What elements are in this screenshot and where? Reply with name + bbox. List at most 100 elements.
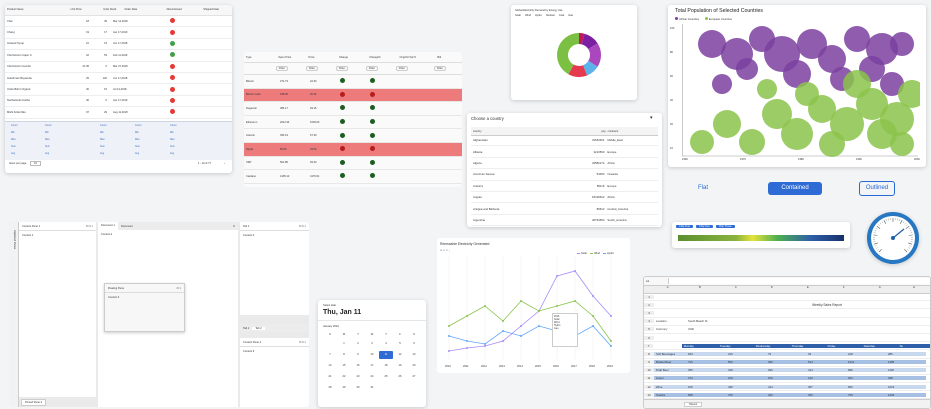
sheet-cell[interactable]: 414: [806, 368, 846, 372]
outlined-button[interactable]: Outlined: [859, 181, 895, 196]
calendar-day[interactable]: 17: [365, 362, 379, 370]
page-size-select[interactable]: 10: [30, 161, 41, 166]
calendar-day[interactable]: 30: [351, 384, 365, 392]
sheet-cell[interactable]: 348: [886, 376, 926, 380]
sheet-cell[interactable]: Wine: [654, 385, 686, 389]
calendar-day[interactable]: 1: [337, 340, 351, 348]
table-row[interactable]: Algeria34586174Africa: [471, 158, 658, 169]
sheet-cell[interactable]: 216: [726, 376, 766, 380]
column-header[interactable]: Shipped Date: [201, 5, 232, 15]
column-header[interactable]: E: [790, 286, 826, 293]
sheet-cell[interactable]: USD: [686, 327, 726, 331]
column-header[interactable]: Units Stock: [101, 5, 122, 15]
sheet-cell[interactable]: Location: [654, 319, 686, 323]
filter-chip[interactable]: Filter: [366, 66, 378, 71]
sheet-cell[interactable]: 318: [726, 368, 766, 372]
calendar-day[interactable]: 4: [379, 340, 393, 348]
sheet-cell[interactable]: Friday: [826, 344, 862, 348]
column-header[interactable]: Order Date: [122, 5, 153, 15]
table-row[interactable]: Cardano4105.124176.61: [244, 170, 462, 184]
calendar-day[interactable]: 11: [379, 351, 393, 359]
table-row[interactable]: Bitcoin Cash188.0530.32: [244, 89, 462, 103]
column-header[interactable]: B: [682, 286, 718, 293]
sheet-cell[interactable]: 668: [686, 393, 726, 397]
sheet-cell[interactable]: 290: [766, 368, 806, 372]
chip[interactable]: Chip Two: [696, 225, 713, 228]
pane-close-icon[interactable]: ⊡ ×: [177, 287, 181, 290]
calendar-day[interactable]: 2: [351, 340, 365, 348]
range-slider[interactable]: [678, 235, 844, 241]
bottom-pinned-tab[interactable]: Pinned Pane 2: [21, 399, 46, 406]
column-header[interactable]: Type: [244, 56, 276, 59]
sheet-cell[interactable]: 33: [806, 352, 846, 356]
column-header[interactable]: country: [471, 130, 565, 133]
tab-1[interactable]: Tab 1: [240, 327, 252, 330]
column-header[interactable]: pop: [565, 130, 606, 133]
sheet-cell[interactable]: Wednesday: [754, 344, 790, 348]
sheet-cell[interactable]: 1203: [886, 393, 926, 397]
sheet-cell[interactable]: 514: [806, 360, 846, 364]
tab-document-2[interactable]: Document: [118, 225, 136, 228]
calendar-day[interactable]: 31: [365, 384, 379, 392]
unpinned-tab[interactable]: Unpinned Panes: [13, 230, 16, 249]
column-header[interactable]: continent: [606, 130, 658, 133]
table-row[interactable]: American Samoa54053Oceania: [471, 169, 658, 180]
flat-button[interactable]: Flat: [684, 182, 722, 195]
pane-pin-icon[interactable]: ⊼ ⊡ ×: [299, 225, 306, 228]
sheet-cell[interactable]: 140: [806, 376, 846, 380]
sheet-cell[interactable]: 660: [846, 385, 886, 389]
sheet-cell[interactable]: 1485: [886, 360, 926, 364]
sheet-cell[interactable]: 1214: [846, 360, 886, 364]
table-row[interactable]: Mishi Kobe Niku9729Aug 11,2018: [5, 107, 232, 118]
column-header[interactable]: Chg/Vol Vol.IV: [398, 56, 436, 59]
calendar-day[interactable]: 26: [393, 373, 407, 381]
tab-menu-icon[interactable]: ⊡: [233, 225, 235, 228]
column-header[interactable]: Open Price: [276, 56, 306, 59]
calendar-day[interactable]: 18: [379, 362, 393, 370]
calendar-day[interactable]: 15: [337, 362, 351, 370]
column-header[interactable]: F: [826, 286, 862, 293]
column-header[interactable]: Change%: [367, 56, 397, 59]
sheet-cell[interactable]: 253: [846, 376, 886, 380]
calendar-day[interactable]: 20: [407, 362, 421, 370]
sheet-cell[interactable]: Draft Beer: [654, 368, 686, 372]
contained-button[interactable]: Contained: [768, 182, 822, 195]
sheet-cell[interactable]: 183: [686, 352, 726, 356]
table-row[interactable]: Litecoin354.1967.30: [244, 129, 462, 143]
sheet-cell[interactable]: 355: [686, 368, 726, 372]
calendar-day[interactable]: [379, 384, 393, 392]
calendar-day[interactable]: 3: [365, 340, 379, 348]
column-header[interactable]: C: [718, 286, 754, 293]
chart-toolbar[interactable]: ⊕ ⊖ ⟲ ⤓: [440, 249, 450, 252]
cell-reference[interactable]: A1: [644, 280, 668, 283]
calendar-day[interactable]: 23: [351, 373, 365, 381]
calendar-day[interactable]: 29: [337, 384, 351, 392]
sheet-cell[interactable]: Liquor: [654, 376, 686, 380]
filter-chip[interactable]: Filter: [276, 66, 288, 71]
table-row[interactable]: Dogecoin384.1729.15: [244, 102, 462, 116]
sheet-cell[interactable]: South Beach St: [686, 319, 726, 323]
table-row[interactable]: Chai1839Mar 14,2018: [5, 16, 232, 27]
calendar-day[interactable]: [323, 340, 337, 348]
table-row[interactable]: Afghanistan31533461Middle_East: [471, 135, 658, 146]
column-header[interactable]: [57, 5, 69, 15]
table-row[interactable]: Chef Anton's Cajun S2253Feb 11,2019: [5, 50, 232, 61]
sheet-cell[interactable]: 689: [846, 368, 886, 372]
sheet-cell[interactable]: 216: [726, 352, 766, 356]
table-row[interactable]: Ripple56.0633.50: [244, 143, 462, 157]
calendar-day[interactable]: 28: [323, 384, 337, 392]
month-label[interactable]: January 2024: [323, 325, 339, 328]
column-header[interactable]: Product Name: [5, 5, 45, 15]
table-row[interactable]: Chef Anton's Gumbo21.350Mar 27,2018: [5, 62, 232, 73]
column-header[interactable]: H: [898, 286, 930, 293]
column-header[interactable]: D: [754, 286, 790, 293]
sheet-cell[interactable]: Monday: [682, 344, 718, 348]
calendar-day[interactable]: [407, 384, 421, 392]
sheet-cell[interactable]: 420: [766, 393, 806, 397]
table-row[interactable]: Antigua and Barbuda89612Central_America: [471, 203, 658, 214]
sheet-cell[interactable]: 736: [846, 393, 886, 397]
sheet-cell[interactable]: 320: [806, 393, 846, 397]
sheet-cell[interactable]: 150: [766, 376, 806, 380]
sheet-tab[interactable]: Sheet1: [684, 402, 702, 407]
sheet-cell[interactable]: Bottled Beer: [654, 360, 686, 364]
